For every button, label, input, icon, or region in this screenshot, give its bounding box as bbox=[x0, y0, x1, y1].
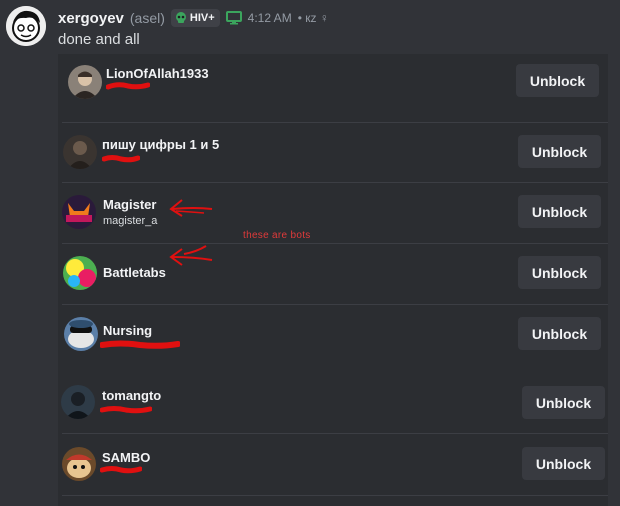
message-extra: • кz ♀ bbox=[297, 11, 329, 25]
redaction-scribble bbox=[106, 82, 150, 90]
user-avatar[interactable] bbox=[64, 317, 98, 351]
user-avatar[interactable] bbox=[68, 65, 102, 99]
redaction-scribble bbox=[100, 466, 142, 474]
user-avatar[interactable] bbox=[61, 385, 95, 419]
blocked-list-panel: LionOfAllah1933 Unblock пишу цифры 1 и 5… bbox=[58, 54, 608, 367]
cartoon-blue-icon bbox=[64, 317, 98, 351]
user-avatar[interactable] bbox=[62, 195, 96, 229]
user-avatar[interactable] bbox=[63, 256, 97, 290]
dark-figure-icon bbox=[61, 385, 95, 419]
user-name: Nursing bbox=[103, 323, 153, 338]
dark-figure-icon bbox=[63, 135, 97, 169]
list-item: tomangto Unblock bbox=[58, 373, 608, 433]
unblock-button[interactable]: Unblock bbox=[522, 386, 605, 419]
user-handle: magister_a bbox=[103, 215, 158, 227]
user-avatar[interactable] bbox=[62, 447, 96, 481]
unblock-button[interactable]: Unblock bbox=[518, 195, 601, 228]
unblock-button[interactable]: Unblock bbox=[518, 317, 601, 350]
person-photo-icon bbox=[68, 65, 102, 99]
list-item: пишу цифры 1 и 5 Unblock bbox=[58, 123, 608, 183]
message-header: xergoyev (asel) HIV+ 4:12 AM • кz ♀ bbox=[58, 9, 329, 27]
message-timestamp: 4:12 AM bbox=[247, 11, 292, 25]
unblock-button[interactable]: Unblock bbox=[518, 135, 601, 168]
list-item: Battletabs Unblock bbox=[58, 244, 608, 304]
user-name: Battletabs bbox=[103, 265, 166, 280]
list-item: LionOfAllah1933 Unblock bbox=[58, 54, 608, 122]
skull-icon bbox=[175, 12, 186, 23]
unblock-button[interactable]: Unblock bbox=[522, 447, 605, 480]
clan-tag-label: HIV+ bbox=[189, 12, 215, 24]
list-item: Nursing Unblock bbox=[58, 305, 608, 365]
message-text: done and all bbox=[58, 31, 140, 48]
colorful-logo-icon bbox=[63, 256, 97, 290]
arrow-annotation-icon bbox=[169, 245, 213, 266]
author-name[interactable]: xergoyev bbox=[58, 10, 124, 27]
user-avatar[interactable] bbox=[63, 135, 97, 169]
redaction-scribble bbox=[100, 340, 180, 349]
blocked-list-panel-2: tomangto Unblock SAMBO Unblock bbox=[58, 367, 608, 506]
list-item: SAMBO Unblock bbox=[58, 434, 608, 494]
author-avatar[interactable] bbox=[6, 6, 46, 46]
author-alias: (asel) bbox=[129, 10, 165, 26]
cartoon-hat-icon bbox=[62, 447, 96, 481]
clan-tag[interactable]: HIV+ bbox=[170, 9, 220, 27]
annotation-note: these are bots bbox=[243, 230, 311, 241]
redaction-scribble bbox=[100, 406, 152, 414]
user-name: LionOfAllah1933 bbox=[106, 66, 209, 81]
user-name: пишу цифры 1 и 5 bbox=[102, 137, 220, 152]
user-name: Magister bbox=[103, 197, 157, 212]
chat-message: xergoyev (asel) HIV+ 4:12 AM • кz ♀ done… bbox=[0, 0, 620, 506]
list-item: Magister magister_a Unblock bbox=[58, 183, 608, 243]
user-name: SAMBO bbox=[102, 450, 151, 465]
redaction-scribble bbox=[102, 155, 140, 163]
monitor-icon bbox=[225, 11, 242, 25]
divider bbox=[62, 495, 608, 496]
fox-logo-icon bbox=[62, 195, 96, 229]
arrow-annotation-icon bbox=[169, 199, 213, 217]
avatar-face-icon bbox=[6, 6, 46, 46]
unblock-button[interactable]: Unblock bbox=[516, 64, 599, 97]
unblock-button[interactable]: Unblock bbox=[518, 256, 601, 289]
user-name: tomangto bbox=[102, 388, 162, 403]
